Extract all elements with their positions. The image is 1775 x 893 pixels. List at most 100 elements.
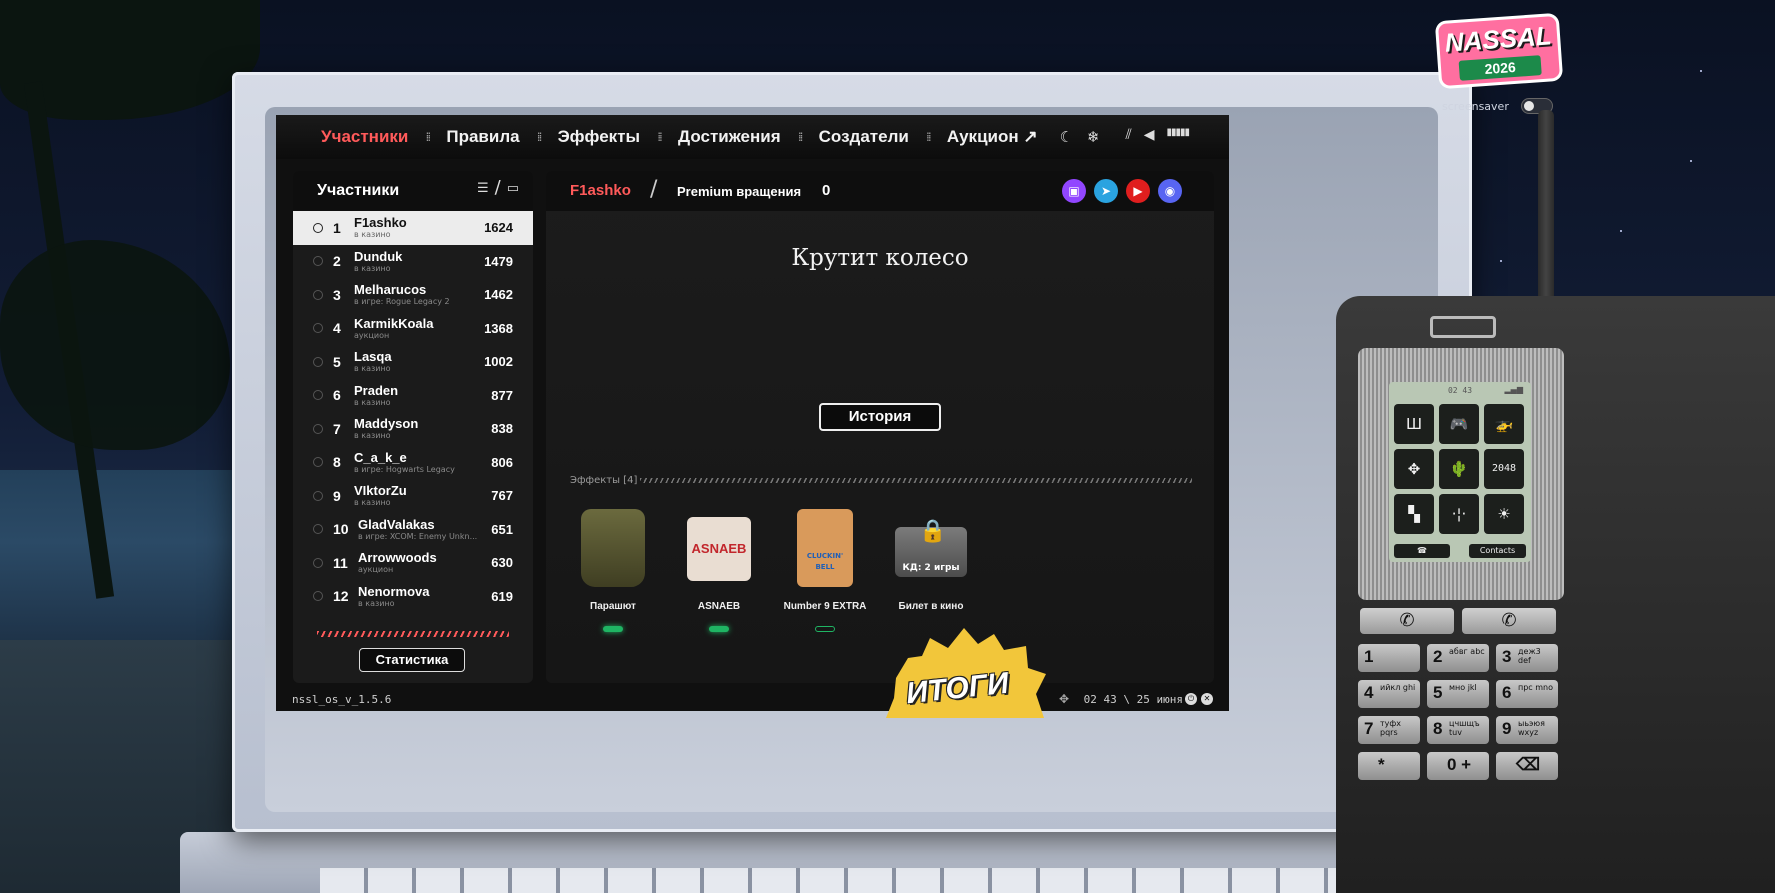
power-icon[interactable]: ⏻ — [1185, 693, 1197, 705]
participant-row[interactable]: 9 VIktorZu в казино 767 — [293, 479, 533, 513]
app-screen: Участники ⁞⁞ Правила ⁞⁞ Эффекты ⁞⁞ Дости… — [276, 115, 1229, 711]
radio-icon[interactable] — [313, 557, 323, 568]
participant-row[interactable]: 11 Arrowwoods аукцион 630 — [293, 546, 533, 580]
participant-name: VIktorZu — [354, 483, 407, 498]
keypad-key[interactable]: * — [1358, 752, 1420, 780]
results-badge[interactable]: ИТОГИ — [886, 628, 1056, 718]
close-icon[interactable]: ✕ — [1201, 693, 1213, 705]
radio-icon[interactable] — [313, 289, 323, 300]
effects-divider — [640, 478, 1192, 483]
statistics-button[interactable]: Статистика — [359, 648, 465, 672]
app-sun-icon[interactable]: ☀ — [1484, 494, 1524, 534]
participant-status: аукцион — [358, 565, 394, 574]
app-2048-icon[interactable]: 2048 — [1484, 449, 1524, 489]
move-icon[interactable]: ✥ — [1059, 692, 1069, 706]
nav-rules[interactable]: Правила — [446, 127, 519, 147]
effect-card[interactable]: ASNAEB ASNAEB — [664, 509, 774, 632]
history-button[interactable]: История — [819, 403, 941, 431]
call-left-button[interactable]: ✆ — [1360, 608, 1454, 634]
radio-icon[interactable] — [313, 591, 323, 602]
radio-icon[interactable] — [313, 356, 323, 367]
effect-card[interactable]: 🔒 КД: 2 игры Билет в кино — [876, 509, 986, 612]
participants-title: Участники — [317, 182, 400, 199]
keypad-key[interactable]: 8 цчшщъ tuv — [1427, 716, 1489, 744]
participants-panel: Участники ☰ / ▭ 1 F1ashko в казино 1624 2 Dun… — [293, 171, 533, 683]
participant-row[interactable]: 12 Nenormova в казино 619 — [293, 580, 533, 614]
radio-icon[interactable] — [313, 222, 323, 233]
participant-rank: 2 — [333, 253, 341, 270]
participant-row[interactable]: 10 GladValakas в игре: XCOM: Enemy Unkn...… — [293, 513, 533, 547]
keypad-key[interactable]: 5 мно jkl — [1427, 680, 1489, 708]
youtube-icon[interactable]: ▶ — [1126, 179, 1150, 203]
app-helicopter-icon[interactable]: 🚁 — [1484, 404, 1524, 444]
screensaver-label: screensaver — [1442, 100, 1509, 113]
participant-score: 1462 — [484, 287, 513, 303]
effect-card[interactable]: CLUCKIN' BELL Number 9 EXTRA — [770, 509, 880, 632]
participant-row[interactable]: 6 Praden в казино 877 — [293, 379, 533, 413]
telegram-icon[interactable]: ➤ — [1094, 179, 1118, 203]
snowflake-icon[interactable]: ❄ — [1087, 128, 1100, 146]
radio-icon[interactable] — [313, 323, 323, 334]
nav-auction[interactable]: Аукцион ↗ — [947, 127, 1038, 147]
mobile-phone: 02 43 ▂▄▆ Ш 🎮 🚁 ✥ 🌵 2048 ▚ ·¦· ☀ ☎ Conta… — [1336, 296, 1775, 893]
asnaeb-sticker-icon: ASNAEB — [687, 517, 751, 581]
radio-icon[interactable] — [313, 423, 323, 434]
participant-row[interactable]: 1 F1ashko в казино 1624 — [293, 211, 533, 245]
radio-icon[interactable] — [313, 490, 323, 501]
radio-icon[interactable] — [313, 390, 323, 401]
key-letters: ийкл ghi — [1380, 683, 1416, 692]
phone-keypad: 1 2 абвг abc 3 деж3 def 4 ийкл ghi 5 мно jkl 6 прс… — [1358, 644, 1558, 780]
participant-score: 1002 — [484, 354, 513, 370]
effect-name: Парашют — [590, 601, 636, 612]
participant-row[interactable]: 7 Maddyson в казино 838 — [293, 412, 533, 446]
nav-participants[interactable]: Участники — [321, 127, 408, 147]
participant-row[interactable]: 5 Lasqa в казино 1002 — [293, 345, 533, 379]
participant-row[interactable]: 8 C_a_k_e в игре: Hogwarts Legacy 806 — [293, 446, 533, 480]
nav-effects[interactable]: Эффекты — [558, 127, 640, 147]
moon-icon[interactable]: ☾ — [1060, 128, 1073, 146]
keypad-key[interactable]: 1 — [1358, 644, 1420, 672]
app-wheel-icon[interactable]: Ш — [1394, 404, 1434, 444]
radio-icon[interactable] — [313, 256, 323, 267]
effect-name: ASNAEB — [697, 601, 741, 612]
contacts-softkey[interactable]: Contacts — [1469, 544, 1526, 558]
app-cactus-icon[interactable]: 🌵 — [1439, 449, 1479, 489]
keypad-key[interactable]: 2 абвг abc — [1427, 644, 1489, 672]
header-divider: / — [650, 177, 658, 202]
app-pong-icon[interactable]: ·¦· — [1439, 494, 1479, 534]
keypad-key[interactable]: 6 прс mno — [1496, 680, 1558, 708]
keypad-key[interactable]: 3 деж3 def — [1496, 644, 1558, 672]
slash-lines-icon[interactable]: ⫽ — [1125, 127, 1131, 143]
participant-score: 1368 — [484, 320, 513, 336]
participant-row[interactable]: 2 Dunduk в казино 1479 — [293, 245, 533, 279]
discord-icon[interactable]: ◉ — [1158, 179, 1182, 203]
hangup-soft-icon[interactable]: ☎ — [1394, 544, 1450, 558]
participant-score: 619 — [491, 588, 513, 604]
radio-icon[interactable] — [313, 524, 323, 535]
app-arrows-icon[interactable]: ✥ — [1394, 449, 1434, 489]
keypad-key[interactable]: 9 ыьэюя wxyz — [1496, 716, 1558, 744]
keypad-key[interactable]: 0 + — [1427, 752, 1489, 780]
keypad-key[interactable]: ⌫ — [1496, 752, 1558, 780]
keypad-key[interactable]: 7 туфх pqrs — [1358, 716, 1420, 744]
participant-rank: 3 — [333, 286, 341, 303]
participant-row[interactable]: 3 Melharucos в игре: Rogue Legacy 2 1462 — [293, 278, 533, 312]
twitch-icon[interactable]: ▣ — [1062, 179, 1086, 203]
participant-status: в казино — [354, 397, 391, 407]
keypad-key[interactable]: 4 ийкл ghi — [1358, 680, 1420, 708]
effect-active-indicator — [603, 626, 623, 632]
monitor-icon[interactable]: ▭ — [507, 181, 519, 196]
effect-card[interactable]: Парашют — [558, 509, 668, 632]
app-gamepad-icon[interactable]: 🎮 — [1439, 404, 1479, 444]
volume-icon[interactable]: ◀ — [1144, 127, 1155, 143]
phone-earpiece — [1430, 316, 1496, 338]
call-right-button[interactable]: ✆ — [1462, 608, 1556, 634]
nav-creators[interactable]: Создатели — [819, 127, 909, 147]
participant-row[interactable]: 4 KarmikKoala аукцион 1368 — [293, 312, 533, 346]
nav-achievements[interactable]: Достижения — [678, 127, 781, 147]
sort-icon[interactable]: ☰ — [477, 181, 489, 196]
volume-level-icon[interactable]: ▮▮▮▮▮ — [1166, 127, 1189, 143]
app-tetris-icon[interactable]: ▚ — [1394, 494, 1434, 534]
participant-status: в казино — [354, 431, 391, 440]
radio-icon[interactable] — [313, 457, 323, 468]
